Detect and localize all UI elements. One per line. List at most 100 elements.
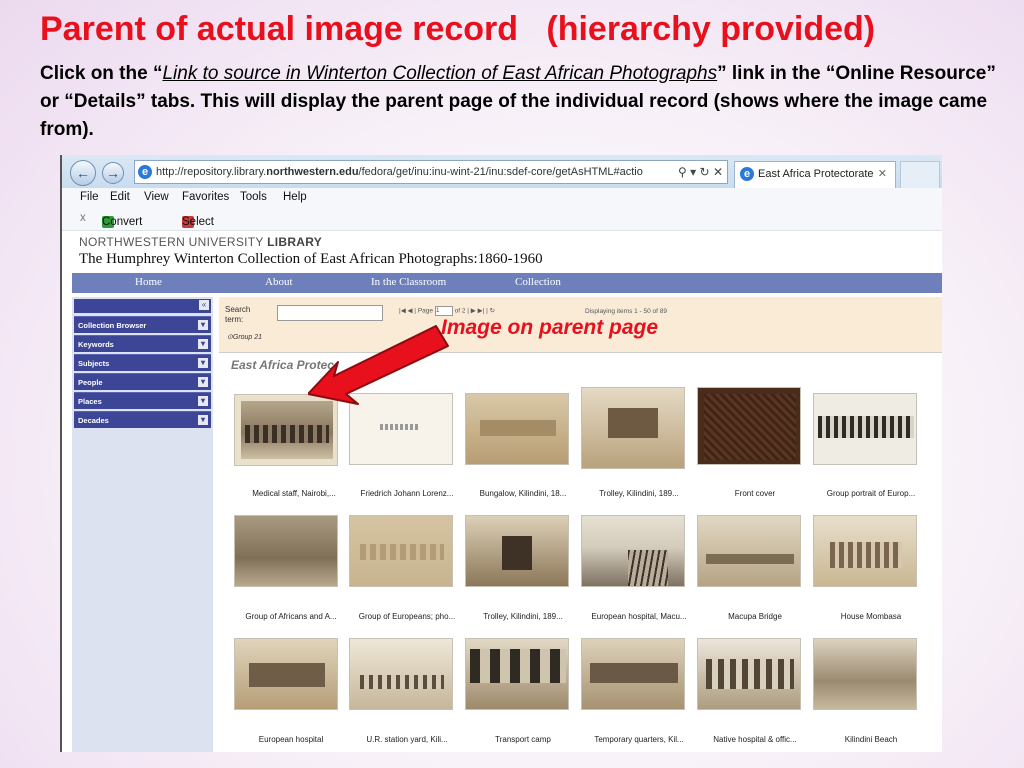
thumbnail[interactable] <box>697 387 801 465</box>
thumbnail-caption[interactable]: European hospital, Macu... <box>580 612 698 621</box>
convert-button[interactable]: Convert ▾ <box>102 212 142 228</box>
thumbnail-caption[interactable]: Transport camp <box>464 735 582 744</box>
sidebar: « Collection Browser ▾ Keywords ▾ Subjects… <box>72 297 213 752</box>
thumbnail[interactable] <box>581 387 685 469</box>
expand-icon[interactable]: ▾ <box>198 377 208 387</box>
nav-about[interactable]: About <box>265 276 293 288</box>
search-label: Search term: <box>225 305 251 324</box>
search-icon[interactable]: ⚲ <box>678 165 687 179</box>
sidebar-item-collection-browser[interactable]: Collection Browser ▾ <box>74 316 211 333</box>
sidebar-item-places[interactable]: Places ▾ <box>74 392 211 409</box>
thumbnail-caption[interactable]: House Mombasa <box>812 612 930 621</box>
menu-help[interactable]: Help <box>283 191 307 203</box>
thumbnail[interactable] <box>697 515 801 587</box>
page-label: Page <box>417 307 433 315</box>
thumbnail-caption[interactable]: Friedrich Johann Lorenz... <box>348 489 466 498</box>
prev-page-icon[interactable]: ◀ <box>408 308 413 315</box>
thumbnail-caption[interactable]: U.R. station yard, Kili... <box>348 735 466 744</box>
thumbnail[interactable] <box>349 638 453 710</box>
command-bar: x Convert ▾ Select <box>62 208 942 231</box>
select-label: Select <box>182 216 214 228</box>
thumbnail-caption[interactable]: Trolley, Kilindini, 189... <box>464 612 582 621</box>
pager: |◀ ◀ | Page 1 of 2 | ▶ ▶| | ↻ <box>399 306 496 316</box>
thumbnail-caption[interactable]: Kilindini Beach <box>812 735 930 744</box>
thumbnail-caption[interactable]: Front cover <box>696 489 814 498</box>
thumbnail-caption[interactable]: Trolley, Kilindini, 189... <box>580 489 698 498</box>
expand-icon[interactable]: ▾ <box>198 358 208 368</box>
thumbnail[interactable] <box>234 638 338 710</box>
red-arrow-icon <box>308 325 449 405</box>
instr-pre: Click on the “ <box>40 63 163 84</box>
library-header-light: NORTHWESTERN UNIVERSITY <box>79 235 268 249</box>
sidebar-header: « <box>74 299 211 313</box>
menu-file[interactable]: File <box>80 191 99 203</box>
expand-icon[interactable]: ▾ <box>198 339 208 349</box>
group-filter[interactable]: ⊙Group 21 <box>227 333 262 341</box>
thumbnail[interactable] <box>813 515 917 587</box>
sidebar-item-people[interactable]: People ▾ <box>74 373 211 390</box>
page-of: of 2 <box>454 307 466 315</box>
expand-icon[interactable]: ▾ <box>198 320 208 330</box>
last-page-icon[interactable]: ▶| <box>478 308 485 315</box>
refresh-icon[interactable]: ↻ <box>700 165 710 179</box>
collection-title: The Humphrey Winterton Collection of Eas… <box>79 251 543 267</box>
thumbnail[interactable] <box>581 638 685 710</box>
sidebar-item-subjects[interactable]: Subjects ▾ <box>74 354 211 371</box>
stop-icon[interactable]: ✕ <box>713 165 723 179</box>
sidebar-item-keywords[interactable]: Keywords ▾ <box>74 335 211 352</box>
thumbnail-caption[interactable]: Group portrait of Europ... <box>812 489 930 498</box>
menu-favorites[interactable]: Favorites <box>182 191 229 203</box>
thumbnail-caption[interactable]: Group of Africans and A... <box>232 612 350 621</box>
nav-home[interactable]: Home <box>135 276 162 288</box>
expand-icon[interactable]: ▾ <box>198 396 208 406</box>
nav-collection[interactable]: Collection <box>515 276 561 288</box>
url-pre: http://repository.library. <box>156 166 267 178</box>
first-page-icon[interactable]: |◀ <box>399 308 406 315</box>
expand-icon[interactable]: ▾ <box>198 415 208 425</box>
thumbnail[interactable] <box>813 393 917 465</box>
thumbnail[interactable] <box>581 515 685 587</box>
refresh-page-icon[interactable]: ↻ <box>490 308 495 315</box>
next-page-icon[interactable]: ▶ <box>471 308 476 315</box>
tab-ie-icon: e <box>740 167 754 182</box>
sidebar-item-label: Keywords <box>78 340 114 349</box>
thumbnail[interactable] <box>465 393 569 465</box>
thumbnail-caption[interactable]: Macupa Bridge <box>696 612 814 621</box>
menu-bar: File Edit View Favorites Tools Help <box>62 188 942 208</box>
sidebar-item-label: Subjects <box>78 359 110 368</box>
thumbnail[interactable] <box>465 638 569 710</box>
slide-title: Parent of actual image record (hierarchy… <box>40 10 876 48</box>
library-header: NORTHWESTERN UNIVERSITY LIBRARY <box>79 235 322 249</box>
page-input[interactable]: 1 <box>434 306 453 316</box>
sidebar-item-label: Places <box>78 397 102 406</box>
menu-tools[interactable]: Tools <box>240 191 267 203</box>
browser-tab[interactable]: e East Africa Protectorate ✕ <box>734 161 896 188</box>
thumbnail[interactable] <box>813 638 917 710</box>
menu-view[interactable]: View <box>144 191 169 203</box>
library-header-bold: LIBRARY <box>267 235 323 249</box>
collapse-icon[interactable]: « <box>199 300 209 310</box>
dropdown-icon[interactable]: ▾ <box>690 165 696 179</box>
close-icon[interactable]: x <box>80 212 86 224</box>
sidebar-item-decades[interactable]: Decades ▾ <box>74 411 211 428</box>
back-button[interactable]: ← <box>70 160 96 186</box>
gallery: East Africa Protec <box>219 352 942 752</box>
address-bar[interactable]: e http://repository.library.northwestern.… <box>134 160 728 184</box>
new-tab-button[interactable] <box>900 161 940 189</box>
thumbnail-caption[interactable]: European hospital <box>232 735 350 744</box>
thumbnail[interactable] <box>697 638 801 710</box>
thumbnail-caption[interactable]: Bungalow, Kilindini, 18... <box>464 489 582 498</box>
thumbnail-caption[interactable]: Temporary quarters, Kil... <box>580 735 698 744</box>
thumbnail[interactable] <box>234 515 338 587</box>
menu-edit[interactable]: Edit <box>110 191 130 203</box>
forward-button[interactable]: → <box>102 162 124 184</box>
nav-classroom[interactable]: In the Classroom <box>371 276 446 288</box>
thumbnail-caption[interactable]: Native hospital & offic... <box>696 735 814 744</box>
thumbnail-caption[interactable]: Medical staff, Nairobi,... <box>235 489 353 498</box>
thumbnail-caption[interactable]: Group of Europeans; pho... <box>348 612 466 621</box>
tab-title: East Africa Protectorate <box>758 168 874 180</box>
thumbnail[interactable] <box>465 515 569 587</box>
tab-close-icon[interactable]: ✕ <box>878 162 887 186</box>
thumbnail[interactable] <box>349 515 453 587</box>
sidebar-item-label: People <box>78 378 103 387</box>
